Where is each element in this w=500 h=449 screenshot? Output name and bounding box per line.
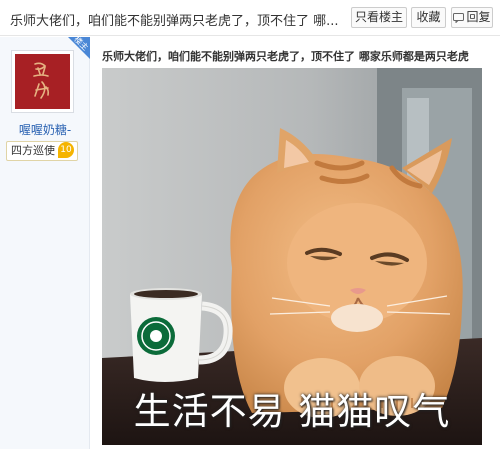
- thread-title: 乐师大佬们，咱们能不能别弹两只老虎了，顶不住了 哪...: [10, 14, 339, 29]
- reply-button-label: 回复: [466, 10, 491, 24]
- author-title: 四方巡使: [11, 144, 55, 157]
- avatar[interactable]: [11, 50, 74, 113]
- seal-signature-graphic: [33, 62, 50, 99]
- reply-icon: [453, 12, 465, 23]
- only-view-op-button[interactable]: 只看楼主: [351, 7, 407, 28]
- red-seal-avatar-icon: [15, 54, 70, 109]
- post-text: 乐师大佬们，咱们能不能别弹两只老虎了，顶不住了 哪家乐师都是两只老虎: [102, 50, 469, 63]
- reply-button[interactable]: 回复: [451, 7, 493, 28]
- image-caption: 生活不易 猫猫叹气: [133, 390, 451, 433]
- post-image[interactable]: 生活不易 猫猫叹气: [102, 68, 482, 445]
- author-username[interactable]: 喔喔奶糖-: [0, 121, 90, 138]
- author-title-badge: 四方巡使 10: [6, 141, 78, 161]
- collect-button[interactable]: 收藏: [411, 7, 446, 28]
- level-icon: 10: [58, 142, 74, 158]
- thread-header: 乐师大佬们，咱们能不能别弹两只老虎了，顶不住了 哪... 只看楼主 收藏 回复: [0, 0, 500, 36]
